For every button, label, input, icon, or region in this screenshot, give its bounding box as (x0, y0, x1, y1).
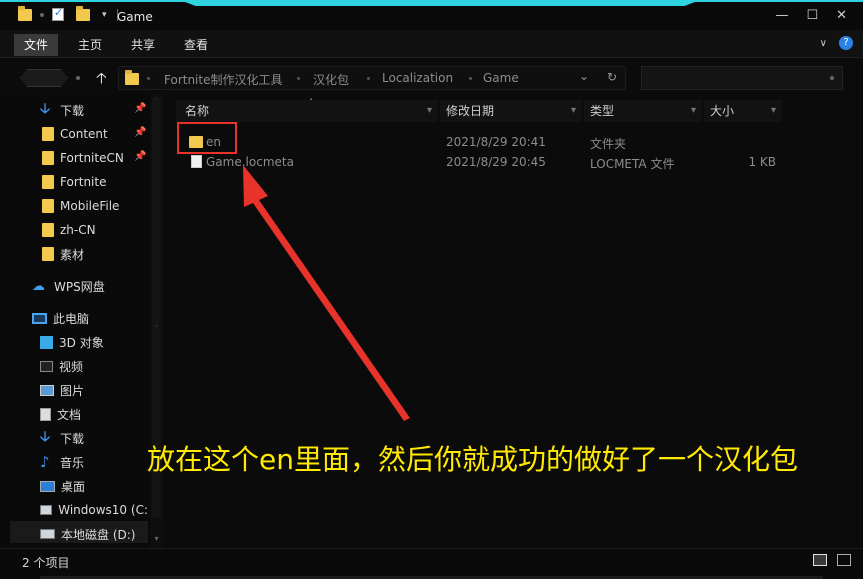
status-bar: 2 个项目 (0, 548, 863, 579)
details-view-icon[interactable] (813, 554, 827, 566)
large-icons-view-icon[interactable] (837, 554, 851, 566)
item-count: 2 个项目 (22, 556, 70, 570)
arrow-shape (243, 165, 410, 421)
view-toggle (813, 554, 851, 566)
annotation-arrow (243, 165, 410, 421)
annotation-text: 放在这个en里面，然后你就成功的做好了一个汉化包 (147, 443, 798, 476)
